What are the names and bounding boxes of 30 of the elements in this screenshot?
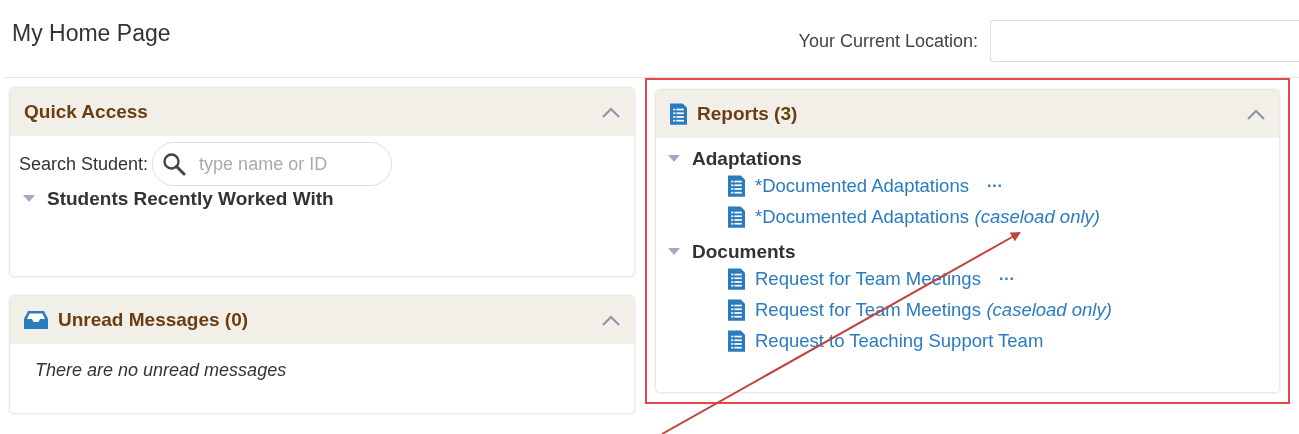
chevron-icon[interactable]	[1247, 108, 1265, 120]
panel-title: Unread Messages (0)	[58, 309, 249, 331]
triangle-icon[interactable]	[668, 248, 680, 256]
more-menu[interactable]: ···	[986, 176, 1003, 195]
location-field[interactable]	[990, 20, 1299, 62]
location-label: Your Current Location:	[798, 30, 978, 52]
report-link[interactable]: *Documented Adaptations (caseload only)	[755, 205, 1100, 228]
page-title: My Home Page	[12, 20, 171, 47]
document-icon	[670, 103, 687, 125]
panel-title: Reports (3)	[697, 103, 798, 125]
group-label[interactable]: Adaptations	[692, 148, 802, 170]
document-icon	[728, 298, 745, 321]
empty-message: There are no unread messages	[34, 359, 288, 382]
search-label: Search Student:	[19, 153, 149, 175]
document-icon	[728, 329, 745, 352]
triangle-icon[interactable]	[668, 155, 680, 163]
document-icon	[728, 174, 745, 197]
document-icon	[728, 267, 745, 290]
report-link[interactable]: *Documented Adaptations	[755, 174, 969, 197]
group-label[interactable]: Documents	[692, 241, 796, 263]
triangle-icon[interactable]	[23, 195, 35, 203]
group-label[interactable]: Students Recently Worked With	[47, 188, 334, 210]
inbox-icon	[24, 311, 48, 329]
chevron-icon[interactable]	[602, 106, 620, 118]
search-field[interactable]: type name or ID	[152, 142, 393, 186]
document-icon	[728, 205, 745, 228]
more-menu[interactable]: ···	[998, 269, 1015, 288]
chevron-icon[interactable]	[602, 314, 620, 326]
search-icon	[162, 152, 187, 176]
panel-title: Quick Access	[24, 101, 148, 123]
